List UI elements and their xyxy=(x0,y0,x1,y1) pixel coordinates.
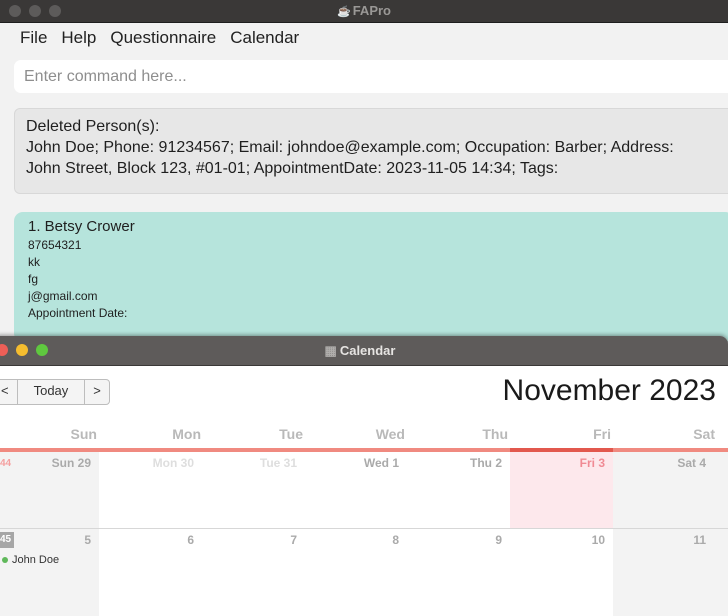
dow-sun: Sun xyxy=(70,426,97,442)
day-cell[interactable]: 8 xyxy=(305,529,407,616)
day-cell[interactable]: 10 xyxy=(510,529,613,616)
menu-bar: File Help Questionnaire Calendar xyxy=(0,22,728,54)
day-number: 6 xyxy=(187,533,194,547)
person-occupation: kk xyxy=(28,255,40,269)
person-appointment: Appointment Date: xyxy=(28,306,128,320)
result-line: John Doe; Phone: 91234567; Email: johndo… xyxy=(26,139,674,156)
calendar-titlebar[interactable]: ▦ Calendar xyxy=(0,336,728,366)
dow-tue: Tue xyxy=(279,426,303,442)
day-number: Sun 29 xyxy=(51,456,91,470)
person-email: j@gmail.com xyxy=(28,289,98,303)
dow-fri: Fri xyxy=(593,426,611,442)
day-number: 9 xyxy=(495,533,502,547)
window-title: ☕ FAPro xyxy=(337,3,391,18)
today-button[interactable]: Today xyxy=(18,380,86,404)
day-cell[interactable]: Tue 31 xyxy=(202,452,305,528)
app-icon: ☕ xyxy=(337,6,351,18)
next-month-button[interactable]: > xyxy=(85,380,109,404)
menu-help[interactable]: Help xyxy=(61,28,96,48)
week-number: 45 xyxy=(0,532,14,548)
event-dot-icon xyxy=(2,557,8,563)
day-number: Wed 1 xyxy=(363,456,399,470)
day-cell[interactable]: Sat 4 xyxy=(613,452,728,528)
month-label: November 2023 xyxy=(502,374,716,407)
person-card[interactable]: 1. Betsy Crower 87654321 kk fg j@gmail.c… xyxy=(14,212,728,342)
result-line: John Street, Block 123, #01-01; Appointm… xyxy=(26,160,559,177)
dow-wed: Wed xyxy=(375,426,405,442)
dow-sat: Sat xyxy=(693,426,715,442)
day-number: 10 xyxy=(591,533,605,547)
dow-thu: Thu xyxy=(482,426,508,442)
day-number: 5 xyxy=(84,533,91,547)
week-number: 44 xyxy=(0,458,12,469)
day-number: Mon 30 xyxy=(152,456,194,470)
menu-file[interactable]: File xyxy=(20,28,47,48)
event-title: John Doe xyxy=(12,554,60,566)
day-cell-today[interactable]: Fri 3 xyxy=(510,452,613,528)
day-number: Sat 4 xyxy=(677,456,706,470)
day-cell[interactable]: 7 xyxy=(202,529,305,616)
month-grid: Sun 29 Mon 30 Tue 31 Wed 1 Thu 2 Fri 3 S… xyxy=(0,452,728,616)
fapro-window: ☕ FAPro File Help Questionnaire Calendar … xyxy=(0,0,728,342)
day-number: Thu 2 xyxy=(470,456,502,470)
day-number: 8 xyxy=(392,533,399,547)
menu-calendar[interactable]: Calendar xyxy=(230,28,299,48)
day-number: Fri 3 xyxy=(579,456,605,470)
result-display: Deleted Person(s): John Doe; Phone: 9123… xyxy=(14,108,728,194)
calendar-title: ▦ Calendar xyxy=(324,343,396,358)
day-cell[interactable]: Thu 2 xyxy=(407,452,510,528)
calendar-nav: < Today > xyxy=(0,379,110,405)
result-line: Deleted Person(s): xyxy=(26,118,160,135)
fapro-titlebar[interactable]: ☕ FAPro xyxy=(0,0,728,23)
calendar-event[interactable]: John Doe xyxy=(2,554,59,566)
day-cell[interactable]: Mon 30 xyxy=(99,452,202,528)
day-cell[interactable]: 11 xyxy=(613,529,728,616)
menu-questionnaire[interactable]: Questionnaire xyxy=(110,28,216,48)
day-number: 11 xyxy=(693,533,706,547)
person-name: 1. Betsy Crower xyxy=(28,218,135,235)
day-cell[interactable]: Sun 29 xyxy=(0,452,99,528)
prev-month-button[interactable]: < xyxy=(0,380,18,404)
day-number: Tue 31 xyxy=(259,456,297,470)
day-cell[interactable]: 9 xyxy=(407,529,510,616)
command-input[interactable]: Enter command here... xyxy=(14,60,728,93)
day-cell[interactable]: 5 xyxy=(0,529,99,616)
calendar-app-icon: ▦ xyxy=(324,343,337,358)
calendar-window: ▦ Calendar < Today > November 2023 Sun Mo… xyxy=(0,336,728,616)
day-cell[interactable]: Wed 1 xyxy=(305,452,407,528)
person-phone: 87654321 xyxy=(28,238,82,252)
day-cell[interactable]: 6 xyxy=(99,529,202,616)
day-of-week-header: Sun Mon Tue Wed Thu Fri Sat xyxy=(0,426,728,444)
person-address: fg xyxy=(28,272,39,286)
day-number: 7 xyxy=(290,533,297,547)
dow-mon: Mon xyxy=(172,426,201,442)
